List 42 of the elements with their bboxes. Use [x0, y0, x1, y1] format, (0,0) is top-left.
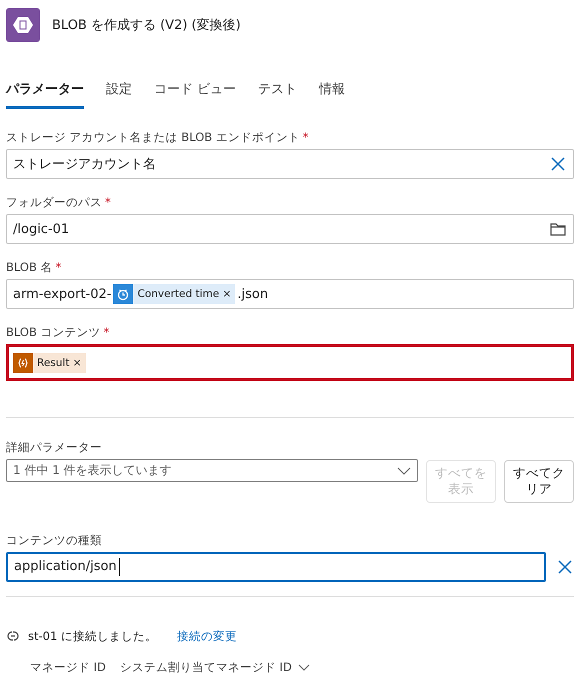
tab[interactable]: テスト	[258, 78, 298, 109]
link-icon	[6, 630, 20, 642]
section-label: 詳細パラメーター	[6, 440, 102, 455]
expression-icon	[16, 356, 30, 370]
input-field[interactable]: arm-export-02- Converted time × .json	[6, 279, 574, 309]
connection-status: st-01 に接続しました。	[28, 628, 157, 644]
field-label: ストレージ アカウント名または BLOB エンドポイント	[6, 130, 300, 145]
close-icon[interactable]	[556, 558, 574, 576]
chevron-down-icon	[298, 664, 310, 670]
tab[interactable]: 情報	[319, 78, 346, 109]
window-title: BLOB を作成する (V2) (変換後)	[52, 17, 241, 34]
tab[interactable]: パラメーター	[6, 78, 84, 109]
action-button[interactable]: すべてクリア	[504, 460, 574, 502]
field-label: コンテンツの種類	[6, 532, 102, 548]
app-icon	[6, 8, 40, 42]
required-mark: *	[103, 325, 110, 340]
input-field[interactable]: /logic-01	[6, 214, 574, 244]
tab[interactable]: 設定	[106, 78, 132, 109]
input-field[interactable]: application/json	[6, 552, 546, 582]
managed-id-dropdown[interactable]: システム割り当てマネージド ID	[120, 660, 310, 674]
token-chip[interactable]: Result ×	[13, 352, 86, 372]
field-value: ストレージアカウント名	[13, 156, 156, 173]
input-field[interactable]: Result ×	[6, 344, 574, 381]
token-chip[interactable]: Converted time ×	[113, 284, 236, 304]
field-value: .json	[237, 286, 268, 302]
dropdown[interactable]: 1 件中 1 件を表示しています	[6, 459, 418, 482]
alarm-clock-icon	[116, 287, 130, 301]
field-label: BLOB 名	[6, 260, 52, 275]
chevron-down-icon	[397, 466, 411, 474]
change-connection-link[interactable]: 接続の変更	[176, 628, 237, 644]
tab[interactable]: コード ビュー	[154, 78, 236, 109]
field-value: application/json	[14, 559, 117, 574]
required-mark: *	[302, 130, 309, 145]
field-value: /logic-01	[13, 222, 70, 236]
field-label: フォルダーのパス	[6, 195, 102, 210]
close-icon[interactable]	[549, 155, 567, 173]
required-mark: *	[55, 260, 62, 275]
required-mark: *	[105, 195, 111, 210]
input-field[interactable]: ストレージアカウント名	[6, 149, 574, 179]
field-value: arm-export-02-	[13, 286, 112, 302]
managed-id-label: マネージド ID	[30, 660, 106, 674]
field-label: BLOB コンテンツ	[6, 325, 100, 340]
